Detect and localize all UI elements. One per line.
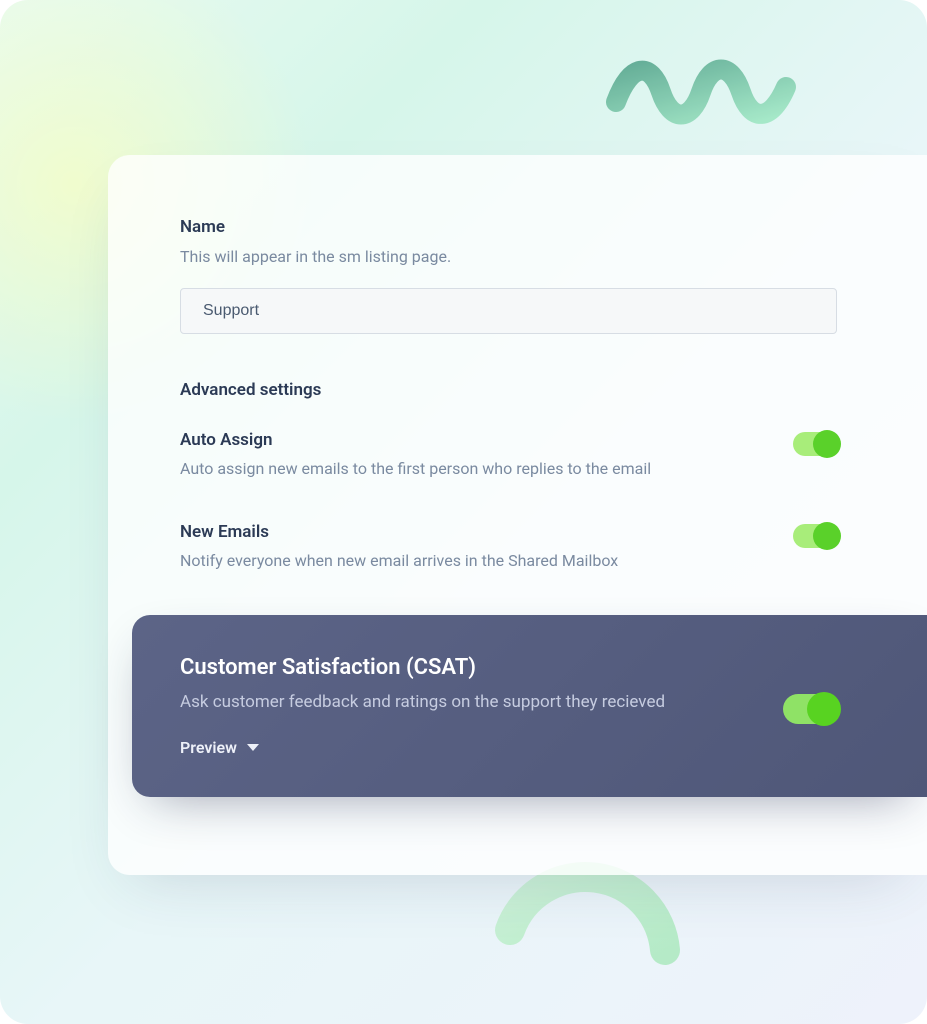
csat-toggle[interactable] (783, 694, 837, 724)
advanced-settings-heading: Advanced settings (180, 380, 837, 400)
settings-card: Name This will appear in the sm listing … (108, 155, 927, 875)
name-section: Name This will appear in the sm listing … (108, 217, 927, 334)
squiggle-decoration (606, 12, 796, 132)
name-helper: This will appear in the sm listing page. (180, 247, 837, 266)
new-emails-desc: Notify everyone when new email arrives i… (180, 550, 618, 572)
new-emails-title: New Emails (180, 522, 618, 542)
chevron-down-icon (247, 744, 259, 751)
setting-new-emails: New Emails Notify everyone when new emai… (180, 522, 837, 572)
toggle-knob-icon (813, 522, 841, 550)
name-label: Name (180, 217, 837, 237)
settings-canvas: Name This will appear in the sm listing … (0, 0, 927, 1024)
new-emails-toggle[interactable] (793, 524, 837, 548)
setting-csat: Customer Satisfaction (CSAT) Ask custome… (132, 615, 927, 797)
name-input[interactable] (180, 288, 837, 334)
csat-desc: Ask customer feedback and ratings on the… (180, 692, 759, 712)
csat-title: Customer Satisfaction (CSAT) (180, 655, 759, 680)
csat-preview-label: Preview (180, 738, 237, 757)
auto-assign-toggle[interactable] (793, 432, 837, 456)
toggle-knob-icon (807, 692, 841, 726)
csat-preview-button[interactable]: Preview (180, 738, 259, 757)
auto-assign-desc: Auto assign new emails to the first pers… (180, 458, 651, 480)
setting-auto-assign: Auto Assign Auto assign new emails to th… (180, 430, 837, 480)
auto-assign-title: Auto Assign (180, 430, 651, 450)
toggle-knob-icon (813, 430, 841, 458)
